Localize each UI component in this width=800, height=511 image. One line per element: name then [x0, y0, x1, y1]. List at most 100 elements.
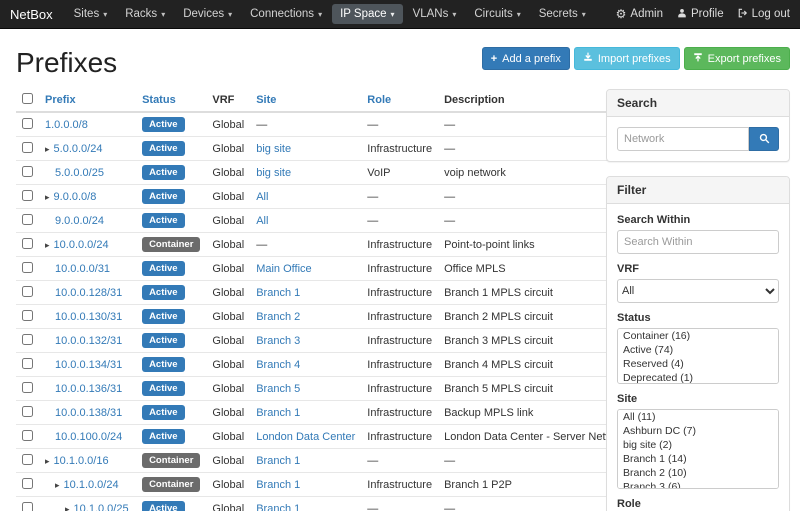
- row-checkbox[interactable]: [22, 262, 33, 273]
- prefix-link[interactable]: 10.1.0.0/25: [74, 503, 129, 511]
- row-checkbox[interactable]: [22, 334, 33, 345]
- nav-item-vlans[interactable]: VLANs▾: [405, 4, 465, 24]
- site-link[interactable]: Branch 4: [256, 359, 300, 371]
- prefix-link[interactable]: 9.0.0.0/24: [55, 215, 104, 227]
- row-checkbox[interactable]: [22, 310, 33, 321]
- filter-option[interactable]: Active (74): [618, 343, 778, 357]
- col-header-site[interactable]: Site: [250, 89, 361, 112]
- prefix-link[interactable]: 10.0.0.0/24: [54, 239, 109, 251]
- filter-option[interactable]: All (11): [618, 410, 778, 424]
- app-brand[interactable]: NetBox: [10, 7, 53, 22]
- site-link[interactable]: Branch 1: [256, 287, 300, 299]
- search-input[interactable]: [617, 127, 749, 151]
- prefix-link[interactable]: 1.0.0.0/8: [45, 119, 88, 131]
- prefix-link[interactable]: 10.1.0.0/16: [54, 455, 109, 467]
- filter-option[interactable]: Branch 2 (10): [618, 466, 778, 480]
- prefix-link[interactable]: 10.1.0.0/24: [64, 479, 119, 491]
- site-link[interactable]: Main Office: [256, 263, 311, 275]
- row-checkbox[interactable]: [22, 142, 33, 153]
- site-link[interactable]: Branch 1: [256, 479, 300, 491]
- expand-arrow-icon[interactable]: ▸: [45, 240, 50, 250]
- prefix-link[interactable]: 10.0.0.128/31: [55, 287, 122, 299]
- site-link[interactable]: Branch 1: [256, 503, 300, 511]
- col-header-prefix[interactable]: Prefix: [39, 89, 136, 112]
- filter-option[interactable]: Branch 1 (14): [618, 452, 778, 466]
- role-cell: Infrastructure: [361, 425, 438, 449]
- import-prefixes-button[interactable]: Import prefixes: [574, 47, 680, 70]
- admin-link[interactable]: ⚙ Admin: [616, 8, 663, 20]
- vrf-cell: Global: [206, 497, 250, 511]
- search-within-input[interactable]: [617, 230, 779, 254]
- export-prefixes-button[interactable]: Export prefixes: [684, 47, 790, 70]
- row-checkbox[interactable]: [22, 358, 33, 369]
- site-link[interactable]: big site: [256, 143, 291, 155]
- site-cell: Branch 1: [250, 497, 361, 511]
- site-cell: —: [250, 112, 361, 137]
- site-link[interactable]: All: [256, 191, 268, 203]
- site-filter-list[interactable]: All (11)Ashburn DC (7)big site (2)Branch…: [617, 409, 779, 489]
- prefix-link[interactable]: 10.0.0.132/31: [55, 335, 122, 347]
- row-checkbox[interactable]: [22, 214, 33, 225]
- status-filter-list[interactable]: Container (16)Active (74)Reserved (4)Dep…: [617, 328, 779, 384]
- filter-option[interactable]: Branch 3 (6): [618, 480, 778, 489]
- site-link[interactable]: Branch 1: [256, 407, 300, 419]
- expand-arrow-icon[interactable]: ▸: [45, 192, 50, 202]
- filter-option[interactable]: Container (16): [618, 329, 778, 343]
- filter-panel: Filter Search Within VRF All Status Cont…: [606, 176, 790, 511]
- row-checkbox[interactable]: [22, 430, 33, 441]
- row-checkbox[interactable]: [22, 190, 33, 201]
- search-button[interactable]: [749, 127, 779, 151]
- nav-item-secrets[interactable]: Secrets▾: [531, 4, 594, 24]
- row-checkbox[interactable]: [22, 238, 33, 249]
- prefix-link[interactable]: 10.0.0.138/31: [55, 407, 122, 419]
- row-checkbox[interactable]: [22, 286, 33, 297]
- row-checkbox[interactable]: [22, 454, 33, 465]
- row-checkbox[interactable]: [22, 166, 33, 177]
- filter-option[interactable]: big site (2): [618, 438, 778, 452]
- col-header-status[interactable]: Status: [136, 89, 206, 112]
- prefix-link[interactable]: 10.0.0.136/31: [55, 383, 122, 395]
- nav-item-devices[interactable]: Devices▾: [175, 4, 240, 24]
- prefix-link[interactable]: 5.0.0.0/25: [55, 167, 104, 179]
- site-link[interactable]: Branch 5: [256, 383, 300, 395]
- table-row: 5.0.0.0/25ActiveGlobalbig siteVoIPvoip n…: [16, 161, 635, 185]
- site-link[interactable]: London Data Center: [256, 431, 355, 443]
- add-prefix-button[interactable]: + Add a prefix: [482, 47, 570, 70]
- nav-item-ip-space[interactable]: IP Space▾: [332, 4, 402, 24]
- prefix-link[interactable]: 9.0.0.0/8: [54, 191, 97, 203]
- prefix-link[interactable]: 10.0.0.0/31: [55, 263, 110, 275]
- role-cell: Infrastructure: [361, 353, 438, 377]
- filter-option[interactable]: Reserved (4): [618, 357, 778, 371]
- prefix-link[interactable]: 5.0.0.0/24: [54, 143, 103, 155]
- row-checkbox[interactable]: [22, 478, 33, 489]
- filter-option[interactable]: Deprecated (1): [618, 371, 778, 384]
- prefix-table-container: Prefix Status VRF Site Role Description …: [16, 89, 592, 511]
- expand-arrow-icon[interactable]: ▸: [45, 144, 50, 154]
- row-checkbox[interactable]: [22, 502, 33, 511]
- nav-item-sites[interactable]: Sites▾: [66, 4, 116, 24]
- logout-link[interactable]: Log out: [738, 8, 790, 21]
- row-checkbox[interactable]: [22, 406, 33, 417]
- filter-option[interactable]: Ashburn DC (7): [618, 424, 778, 438]
- select-all-checkbox[interactable]: [22, 93, 33, 104]
- prefix-link[interactable]: 10.0.0.130/31: [55, 311, 122, 323]
- col-header-role[interactable]: Role: [361, 89, 438, 112]
- vrf-select[interactable]: All: [617, 279, 779, 303]
- site-link[interactable]: Branch 2: [256, 311, 300, 323]
- site-link[interactable]: big site: [256, 167, 291, 179]
- prefix-link[interactable]: 10.0.100.0/24: [55, 431, 122, 443]
- row-checkbox[interactable]: [22, 382, 33, 393]
- row-checkbox[interactable]: [22, 118, 33, 129]
- vrf-cell: Global: [206, 209, 250, 233]
- expand-arrow-icon[interactable]: ▸: [65, 504, 70, 511]
- site-link[interactable]: All: [256, 215, 268, 227]
- site-link[interactable]: Branch 1: [256, 455, 300, 467]
- expand-arrow-icon[interactable]: ▸: [45, 456, 50, 466]
- site-link[interactable]: Branch 3: [256, 335, 300, 347]
- nav-item-racks[interactable]: Racks▾: [117, 4, 173, 24]
- nav-item-circuits[interactable]: Circuits▾: [466, 4, 528, 24]
- expand-arrow-icon[interactable]: ▸: [55, 480, 60, 490]
- nav-item-connections[interactable]: Connections▾: [242, 4, 330, 24]
- prefix-link[interactable]: 10.0.0.134/31: [55, 359, 122, 371]
- profile-link[interactable]: Profile: [677, 8, 724, 21]
